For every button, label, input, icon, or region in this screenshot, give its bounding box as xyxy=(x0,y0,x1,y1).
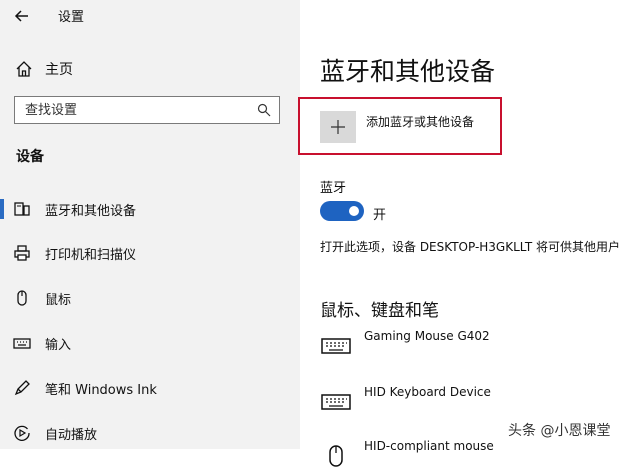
sidebar-item-label: 自动播放 xyxy=(45,428,98,443)
sidebar-item-mouse[interactable]: 鼠标 xyxy=(0,283,300,313)
back-arrow-icon[interactable] xyxy=(12,6,32,26)
autoplay-icon xyxy=(14,425,30,441)
discoverable-text: 打开此选项，设备 DESKTOP-H3GKLLT 将可供其他用户 xyxy=(320,240,620,254)
search-box[interactable] xyxy=(14,96,280,124)
devices-heading: 鼠标、键盘和笔 xyxy=(320,301,439,321)
sidebar-item-autoplay[interactable]: 自动播放 xyxy=(0,418,300,448)
plus-icon xyxy=(331,120,345,134)
device-name: HID-compliant mouse xyxy=(364,439,494,453)
home-icon[interactable] xyxy=(14,59,34,79)
add-device-label[interactable]: 添加蓝牙或其他设备 xyxy=(366,113,474,130)
mouse-icon xyxy=(17,290,27,306)
device-item[interactable]: HID-compliant mouse xyxy=(320,436,640,476)
home-link[interactable]: 主页 xyxy=(45,59,73,79)
add-device-button[interactable] xyxy=(320,111,356,143)
pen-icon xyxy=(14,380,30,396)
active-indicator xyxy=(0,199,4,219)
keyboard-device-icon xyxy=(321,338,351,354)
bluetooth-devices-icon xyxy=(14,202,30,216)
sidebar-item-label: 打印机和扫描仪 xyxy=(45,248,137,263)
toggle-knob xyxy=(349,206,359,216)
sidebar-item-label: 笔和 Windows Ink xyxy=(45,383,157,398)
sidebar-item-label: 输入 xyxy=(45,338,72,353)
keyboard-device-icon xyxy=(321,394,351,410)
sidebar: 设置 主页 设备 蓝牙和其他设备 打印机和扫描仪 鼠 xyxy=(0,0,300,449)
watermark-text: 头条 @小恩课堂 xyxy=(508,423,611,439)
toggle-state-label: 开 xyxy=(373,208,387,223)
main-content: 蓝牙和其他设备 添加蓝牙或其他设备 蓝牙 开 打开此选项，设备 DESKTOP-… xyxy=(298,0,640,467)
sidebar-item-bluetooth[interactable]: 蓝牙和其他设备 xyxy=(0,194,300,224)
highlight-box: 添加蓝牙或其他设备 xyxy=(298,97,502,155)
sidebar-item-printers[interactable]: 打印机和扫描仪 xyxy=(0,238,300,268)
device-item[interactable]: HID Keyboard Device xyxy=(320,382,640,422)
sidebar-item-pen[interactable]: 笔和 Windows Ink xyxy=(0,373,300,403)
section-label-devices: 设备 xyxy=(16,149,44,165)
printer-icon xyxy=(14,245,30,261)
mouse-device-icon xyxy=(329,445,343,467)
keyboard-icon xyxy=(13,338,31,349)
window-title: 设置 xyxy=(58,10,85,25)
bluetooth-toggle[interactable] xyxy=(320,201,364,221)
device-item[interactable]: Gaming Mouse G402 xyxy=(320,326,640,366)
device-name: Gaming Mouse G402 xyxy=(364,329,490,343)
sidebar-item-label: 蓝牙和其他设备 xyxy=(45,204,137,219)
sidebar-item-typing[interactable]: 输入 xyxy=(0,328,300,358)
bluetooth-label: 蓝牙 xyxy=(320,181,347,196)
sidebar-item-label: 鼠标 xyxy=(45,293,72,308)
page-title: 蓝牙和其他设备 xyxy=(320,57,496,86)
search-icon[interactable] xyxy=(257,103,271,117)
device-name: HID Keyboard Device xyxy=(364,385,491,399)
search-input[interactable] xyxy=(25,101,245,119)
